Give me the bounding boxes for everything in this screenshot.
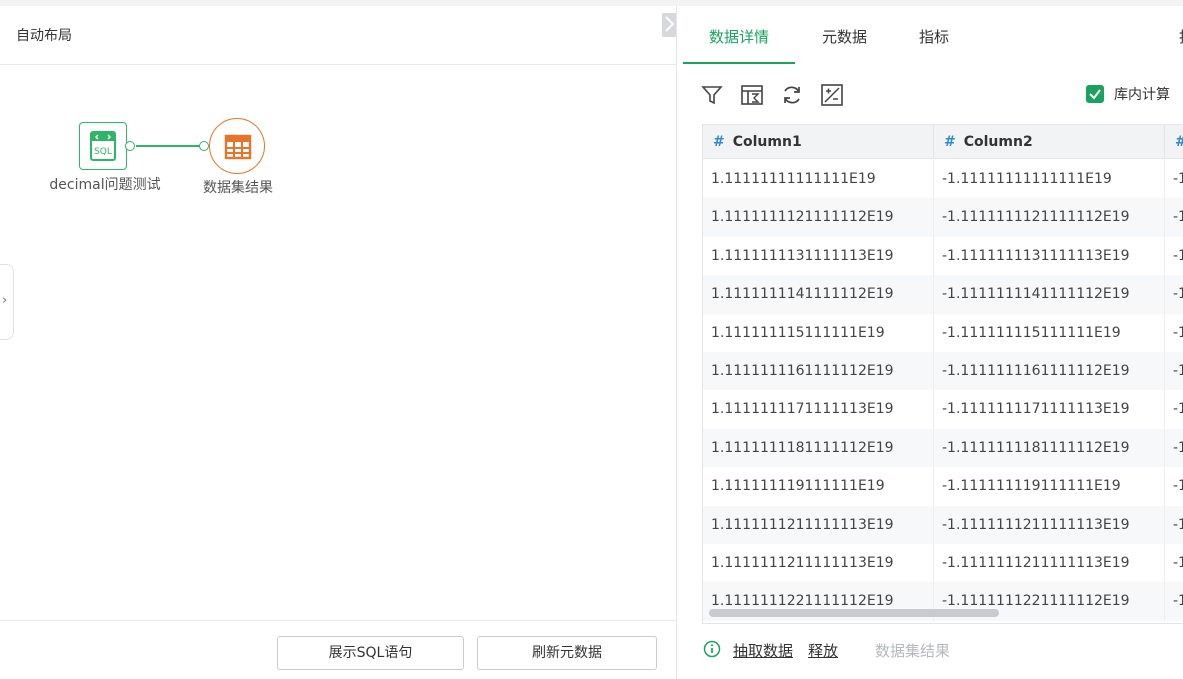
table-cell: -1.1111111181111112E19 — [934, 428, 1165, 468]
data-footer: 抽取数据 释放 数据集结果 — [677, 636, 1183, 666]
result-node[interactable] — [209, 118, 265, 174]
table-cell: -1 — [1165, 506, 1183, 544]
table-row: 1.111111115111111E19 -1.111111115111111E1… — [703, 313, 1183, 352]
tab-overflow[interactable]: 指 — [1179, 26, 1183, 47]
table-cell: -1.1111111161111112E19 — [934, 351, 1165, 391]
horizontal-scrollbar[interactable] — [709, 609, 999, 617]
table-cell: 1.111111115111111E19 — [703, 313, 934, 352]
table-row: 1.1111111211111113E19 -1.1111111211111113… — [703, 505, 1183, 544]
data-table[interactable]: #Column1 #Column2 # 1.11111111111111E19-… — [702, 124, 1183, 624]
show-sql-button[interactable]: 展示SQL语句 — [277, 636, 464, 670]
table-cell: -1.11111111111111E19 — [934, 160, 1165, 199]
table-cell: -1 — [1165, 198, 1183, 236]
table-row: 1.1111111181111112E19 -1.1111111181111112… — [703, 428, 1183, 468]
inside-db-calc-checkbox[interactable] — [1086, 85, 1104, 103]
table-row: 1.1111111211111113E19 -1.1111111211111113… — [703, 543, 1183, 583]
table-cell: 1.1111111131111113E19 — [703, 236, 934, 276]
table-cell: -1 — [1165, 237, 1183, 275]
chevron-right-icon: › — [2, 293, 8, 308]
result-node-label: 数据集结果 — [203, 180, 273, 196]
table-cell: -1.1111111141111112E19 — [934, 275, 1165, 314]
table-cell: 1.1111111181111112E19 — [703, 428, 934, 468]
table-body: 1.11111111111111E19 -1.11111111111111E19-… — [703, 160, 1183, 621]
table-row: 1.111111119111111E19 -1.111111119111111E1… — [703, 467, 1183, 506]
sql-node-output-port[interactable] — [125, 141, 135, 151]
table-row: 1.1111111131111113E19 -1.1111111131111113… — [703, 236, 1183, 276]
table-cell: 1.1111111121111112E19 — [703, 198, 934, 237]
table-cell: 1.1111111141111112E19 — [703, 275, 934, 314]
refresh-metadata-button[interactable]: 刷新元数据 — [477, 636, 657, 670]
table-cell: -1.1111111121111112E19 — [934, 198, 1165, 237]
table-cell: -1.111111119111111E19 — [934, 467, 1165, 506]
calc-icon[interactable] — [820, 83, 844, 107]
result-node-input-port[interactable] — [199, 141, 209, 151]
sort-icon[interactable] — [740, 83, 764, 107]
auto-layout-button[interactable]: 自动布局 — [16, 25, 72, 45]
canvas-header: 自动布局 — [0, 6, 676, 65]
table-row: 1.1111111121111112E19 -1.1111111121111112… — [703, 198, 1183, 237]
svg-text:SQL: SQL — [94, 147, 112, 157]
table-cell: -1 — [1165, 544, 1183, 582]
column-header[interactable]: # — [1165, 125, 1183, 159]
column-header[interactable]: # Column2 — [934, 125, 1165, 159]
table-row: 1.1111111161111112E19 -1.1111111161111112… — [703, 351, 1183, 391]
flow-canvas[interactable]: SQL decimal问题测试 数据集结果 — [0, 66, 676, 621]
table-cell: 1.1111111171111113E19 — [703, 390, 934, 429]
table-cell: -1 — [1165, 275, 1183, 313]
flow-edge — [136, 145, 200, 147]
numeric-type-icon: # — [1175, 134, 1183, 150]
sql-node[interactable]: SQL — [79, 122, 127, 170]
inside-db-calc-label: 库内计算 — [1114, 87, 1170, 103]
dataset-result-label: 数据集结果 — [875, 642, 951, 660]
tab-metrics[interactable]: 指标 — [919, 26, 949, 47]
info-icon — [703, 640, 721, 662]
table-cell: -1 — [1165, 390, 1183, 428]
column-header[interactable]: # Column1 — [703, 125, 934, 159]
table-cell: -1 — [1165, 429, 1183, 467]
table-cell: -1.1111111171111113E19 — [934, 390, 1165, 429]
table-cell: 1.1111111211111113E19 — [703, 505, 934, 544]
table-row: 1.1111111141111112E19 -1.1111111141111112… — [703, 275, 1183, 314]
refresh-icon[interactable] — [780, 83, 804, 107]
column-header-label: Column1 — [732, 134, 802, 150]
active-tab-indicator — [683, 62, 795, 64]
table-cell: -1 — [1165, 352, 1183, 390]
column-header-label: Column2 — [963, 134, 1033, 150]
table-cell: -1.1111111211111113E19 — [934, 505, 1165, 544]
expand-sidebar-handle[interactable]: › — [0, 264, 14, 340]
table-cell: 1.1111111211111113E19 — [703, 543, 934, 583]
detail-pane: 数据详情 元数据 指标 指 库内计算 — [677, 6, 1183, 679]
sql-node-label: decimal问题测试 — [49, 177, 161, 193]
filter-icon[interactable] — [700, 83, 724, 107]
release-link[interactable]: 释放 — [808, 640, 838, 661]
extract-data-link[interactable]: 抽取数据 — [733, 640, 793, 661]
canvas-footer: 展示SQL语句 刷新元数据 — [0, 620, 676, 679]
table-row: 1.1111111171111113E19 -1.1111111171111113… — [703, 390, 1183, 429]
table-cell: -1 — [1165, 314, 1183, 352]
numeric-type-icon: # — [944, 134, 956, 150]
table-cell: -1 — [1165, 582, 1183, 620]
tab-metadata[interactable]: 元数据 — [822, 26, 867, 47]
table-cell: 1.111111119111111E19 — [703, 467, 934, 506]
table-cell: -1.1111111211111113E19 — [934, 543, 1165, 583]
table-cell: -1 — [1165, 467, 1183, 505]
detail-tabs: 数据详情 元数据 指标 指 — [677, 6, 1183, 65]
table-cell: -1 — [1165, 160, 1183, 198]
tab-data-detail[interactable]: 数据详情 — [709, 26, 769, 47]
table-row: 1.11111111111111E19 -1.11111111111111E19-… — [703, 160, 1183, 199]
table-header: # Column1 # Column2 # — [703, 125, 1183, 159]
data-toolbar: 库内计算 — [677, 76, 1183, 116]
table-cell: -1.111111115111111E19 — [934, 313, 1165, 352]
numeric-type-icon: # — [713, 134, 725, 150]
table-cell: 1.11111111111111E19 — [703, 160, 934, 199]
table-cell: -1.1111111131111113E19 — [934, 236, 1165, 276]
canvas-pane: 自动布局 SQL decimal问题测试 数据集结果 › 展示SQL语句 刷新元… — [0, 6, 688, 679]
table-cell: 1.1111111161111112E19 — [703, 351, 934, 391]
